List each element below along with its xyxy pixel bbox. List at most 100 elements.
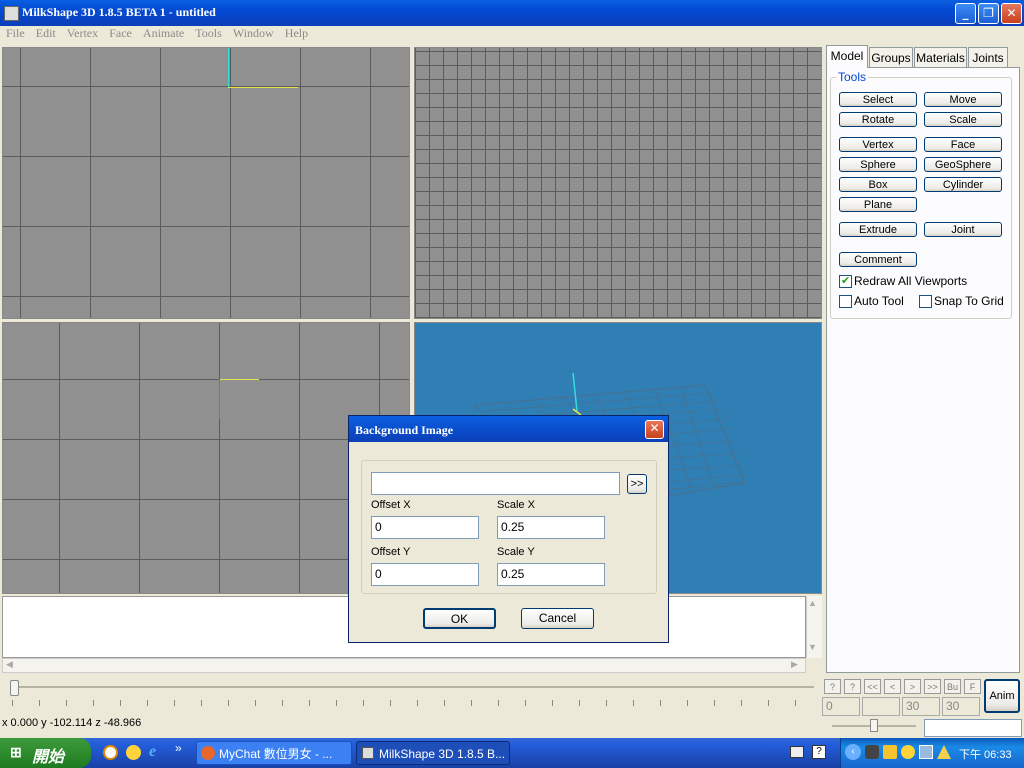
total-frames-field[interactable]: 30	[942, 697, 980, 716]
menu-bar: File Edit Vertex Face Animate Tools Wind…	[0, 26, 1024, 45]
scroll-down-arrow-icon[interactable]: ▼	[808, 642, 817, 652]
current-frame-field[interactable]: 0	[822, 697, 860, 716]
tools-group-label: Tools	[836, 70, 869, 84]
quicklaunch-more-icon[interactable]: »	[175, 741, 182, 755]
first-frame-button[interactable]: <<	[864, 679, 881, 694]
offset-y-label: Offset Y	[371, 546, 411, 558]
sphere-button[interactable]: Sphere	[839, 157, 917, 172]
tray-warning-icon[interactable]	[937, 745, 951, 759]
timeline-track[interactable]	[10, 686, 814, 688]
scale-x-label: Scale X	[497, 499, 535, 511]
menu-animate[interactable]: Animate	[143, 26, 184, 41]
scroll-up-arrow-icon[interactable]: ▲	[808, 598, 817, 608]
end-frame-field[interactable]: 30	[902, 697, 940, 716]
joint-button[interactable]: Joint	[924, 222, 1002, 237]
close-button[interactable]: ✕	[1001, 3, 1022, 24]
tab-groups[interactable]: Groups	[869, 47, 913, 67]
dialog-close-icon[interactable]: ✕	[645, 420, 664, 439]
dialog-title: Background Image	[355, 423, 454, 437]
messenger-icon[interactable]	[126, 745, 141, 760]
menu-help[interactable]: Help	[285, 26, 308, 41]
tab-model[interactable]: Model	[826, 45, 868, 68]
move-button[interactable]: Move	[924, 92, 1002, 107]
redraw-label: Redraw All Viewports	[854, 274, 968, 288]
offset-x-field[interactable]: 0	[371, 516, 479, 539]
comment-button[interactable]: Comment	[839, 252, 917, 267]
help-icon[interactable]: ?	[812, 745, 826, 759]
anim-button-1[interactable]: ?	[824, 679, 841, 694]
box-button[interactable]: Box	[839, 177, 917, 192]
clock[interactable]: 下午 06:33	[959, 746, 1012, 762]
tray-app-icon-2[interactable]	[883, 745, 897, 759]
background-image-dialog: Background Image ✕ >> Offset X Scale X 0…	[348, 415, 669, 643]
menu-face[interactable]: Face	[109, 26, 132, 41]
scale-y-field[interactable]: 0.25	[497, 563, 605, 586]
anim-button-8[interactable]: F	[964, 679, 981, 694]
anim-button[interactable]: Anim	[984, 679, 1020, 713]
menu-edit[interactable]: Edit	[36, 26, 56, 41]
task-mychat[interactable]: MyChat 數位男女 - ...	[196, 741, 352, 765]
offset-y-field[interactable]: 0	[371, 563, 479, 586]
dialog-title-bar[interactable]: Background Image ✕	[349, 416, 668, 442]
plane-button[interactable]: Plane	[839, 197, 917, 212]
auto-tool-label: Auto Tool	[854, 294, 904, 308]
checkmark-icon: ✔	[841, 275, 851, 287]
title-bar[interactable]: MilkShape 3D 1.8.5 BETA 1 - untitled _ ❐…	[0, 0, 1024, 26]
select-button[interactable]: Select	[839, 92, 917, 107]
tray-expand-icon[interactable]: ‹	[845, 744, 861, 760]
menu-window[interactable]: Window	[233, 26, 274, 41]
tray-messenger-icon[interactable]	[901, 745, 915, 759]
scroll-left-arrow-icon[interactable]: ◀	[6, 659, 13, 670]
next-frame-button[interactable]: >	[904, 679, 921, 694]
geosphere-button[interactable]: GeoSphere	[924, 157, 1002, 172]
tab-joints[interactable]: Joints	[968, 47, 1008, 67]
keyboard-icon[interactable]	[790, 746, 804, 758]
scroll-right-arrow-icon[interactable]: ▶	[791, 659, 798, 670]
anim-button-2[interactable]: ?	[844, 679, 861, 694]
browse-button[interactable]: >>	[627, 474, 647, 494]
start-button[interactable]: ⊞ 開始	[0, 738, 91, 768]
axis-z-line	[219, 379, 259, 380]
menu-tools[interactable]: Tools	[195, 26, 222, 41]
task-milkshape[interactable]: MilkShape 3D 1.8.5 B...	[356, 741, 510, 765]
viewport-top[interactable]	[414, 47, 822, 319]
viewport-front[interactable]	[2, 47, 410, 319]
tray-app-icon-1[interactable]	[865, 745, 879, 759]
tab-materials[interactable]: Materials	[914, 47, 967, 67]
last-frame-button[interactable]: >>	[924, 679, 941, 694]
auto-tool-checkbox[interactable]	[839, 295, 852, 308]
redraw-checkbox[interactable]: ✔	[839, 275, 852, 288]
image-path-field[interactable]	[371, 472, 620, 495]
app-icon[interactable]	[4, 6, 19, 21]
vertex-button[interactable]: Vertex	[839, 137, 917, 152]
face-button[interactable]: Face	[924, 137, 1002, 152]
timeline-slider-handle[interactable]	[10, 680, 19, 696]
ok-button[interactable]: OK	[423, 608, 496, 629]
system-tray: ‹ 下午 06:33	[840, 738, 1024, 768]
menu-vertex[interactable]: Vertex	[67, 26, 98, 41]
tray-network-icon[interactable]	[919, 745, 933, 759]
scale-button[interactable]: Scale	[924, 112, 1002, 127]
frame-field-blank[interactable]	[862, 697, 900, 716]
task-mychat-label: MyChat 數位男女 - ...	[219, 747, 333, 761]
output-vertical-scrollbar[interactable]: ▲ ▼	[806, 596, 822, 658]
timeline-ticks	[12, 700, 812, 706]
minimize-button[interactable]: _	[955, 3, 976, 24]
restore-button[interactable]: ❐	[978, 3, 999, 24]
scale-x-field[interactable]: 0.25	[497, 516, 605, 539]
offset-x-label: Offset X	[371, 499, 411, 511]
prev-frame-button[interactable]: <	[884, 679, 901, 694]
menu-file[interactable]: File	[6, 26, 25, 41]
anim-button-7[interactable]: Bu	[944, 679, 961, 694]
cylinder-button[interactable]: Cylinder	[924, 177, 1002, 192]
rotate-button[interactable]: Rotate	[839, 112, 917, 127]
status-field[interactable]	[924, 719, 1022, 737]
windows-logo-icon: ⊞	[10, 744, 22, 760]
output-horizontal-scrollbar[interactable]: ◀ ▶	[2, 658, 806, 673]
internet-explorer-icon[interactable]: e	[149, 743, 156, 761]
speed-slider-handle[interactable]	[870, 719, 878, 732]
cancel-button[interactable]: Cancel	[521, 608, 594, 629]
snap-to-grid-checkbox[interactable]	[919, 295, 932, 308]
media-player-icon[interactable]	[103, 745, 118, 760]
extrude-button[interactable]: Extrude	[839, 222, 917, 237]
